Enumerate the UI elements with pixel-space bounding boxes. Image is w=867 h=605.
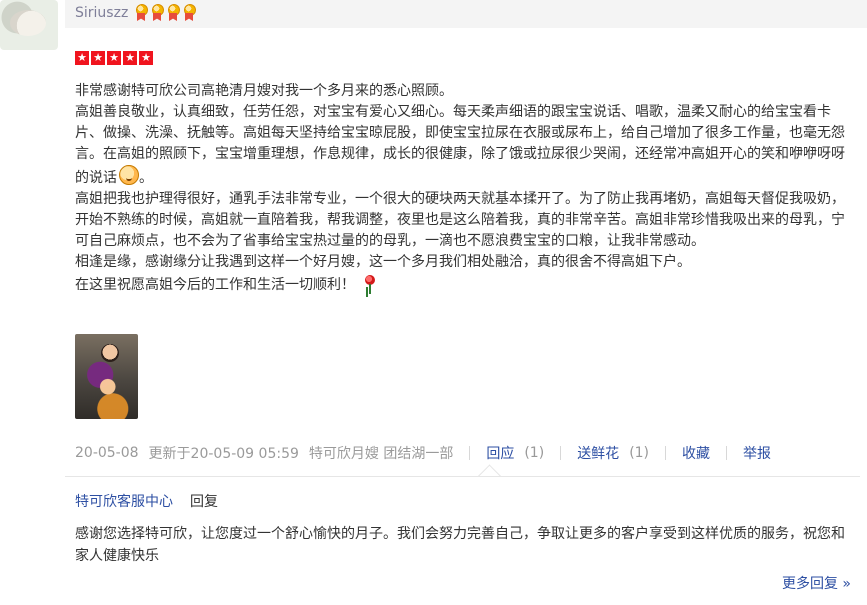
star-icon: ★ [123,51,137,65]
review-paragraph: 非常感谢特可欣公司高艳清月嫂对我一个多月来的悉心照顾。 [75,83,453,99]
review-paragraph: 相逢是缘，感谢缘分让我遇到这样一个好月嫂，这一个多月我们相处融洽，真的很舍不得高… [75,254,691,270]
review-paragraph-text: 在这里祝愿高姐今后的工作和生活一切顺利！ [75,277,355,293]
avatar[interactable] [0,0,58,50]
medal-badges [134,4,196,22]
star-icon: ★ [107,51,121,65]
send-flower-link[interactable]: 送鲜花 [577,443,619,463]
flower-count: (1) [629,445,650,461]
review-source: 特可欣月嫂 团结湖一部 [308,446,454,462]
review-photo[interactable] [75,334,138,419]
review-paragraph: 高姐把我也护理得很好，通乳手法非常专业，一个很大的硬块两天就基本揉开了。为了防止… [75,191,845,249]
review-paragraph: 高姐善良敬业，认真细致，任劳任怨，对宝宝有爱心又细心。每天柔声细语的跟宝宝说话、… [75,104,845,186]
report-link[interactable]: 举报 [743,443,771,463]
rose-emoji-icon [361,273,379,295]
review-paragraph-text: 高姐善良敬业，认真细致，任劳任怨，对宝宝有爱心又细心。每天柔声细语的跟宝宝说话、… [75,104,845,186]
star-icon: ★ [91,51,105,65]
smile-emoji-icon [119,165,139,185]
reply-link[interactable]: 回应 [486,443,514,463]
reply-label: 回复 [190,494,218,510]
star-icon: ★ [139,51,153,65]
meta-divider [665,446,667,460]
medal-icon [166,4,180,22]
more-replies-link[interactable]: 更多回复 » [782,573,851,593]
reply-author[interactable]: 特可欣客服中心 [75,491,173,511]
collect-link[interactable]: 收藏 [682,443,710,463]
review-meta: 20-05-08 更新于20-05-09 05:59 特可欣月嫂 团结湖一部 回… [75,443,771,463]
reply-header: 特可欣客服中心 回复 [75,491,218,511]
review-date: 20-05-08 [75,445,139,461]
medal-icon [150,4,164,22]
meta-divider [469,446,471,460]
meta-divider [560,446,562,460]
review-content: 非常感谢特可欣公司高艳清月嫂对我一个多月来的悉心照顾。 高姐善良敬业，认真细致，… [75,81,855,296]
medal-icon [182,4,196,22]
meta-divider [726,446,728,460]
username[interactable]: Siriuszz [75,5,128,21]
star-icon: ★ [75,51,89,65]
reply-count: (1) [524,445,545,461]
review-paragraph: 在这里祝愿高姐今后的工作和生活一切顺利！ [75,273,855,296]
review-updated: 更新于20-05-09 05:59 [148,446,299,462]
rating-stars: ★ ★ ★ ★ ★ [75,51,153,65]
reply-text: 感谢您选择特可欣，让您度过一个舒心愉快的月子。我们会努力完善自己，争取让更多的客… [75,526,845,564]
medal-icon [134,4,148,22]
